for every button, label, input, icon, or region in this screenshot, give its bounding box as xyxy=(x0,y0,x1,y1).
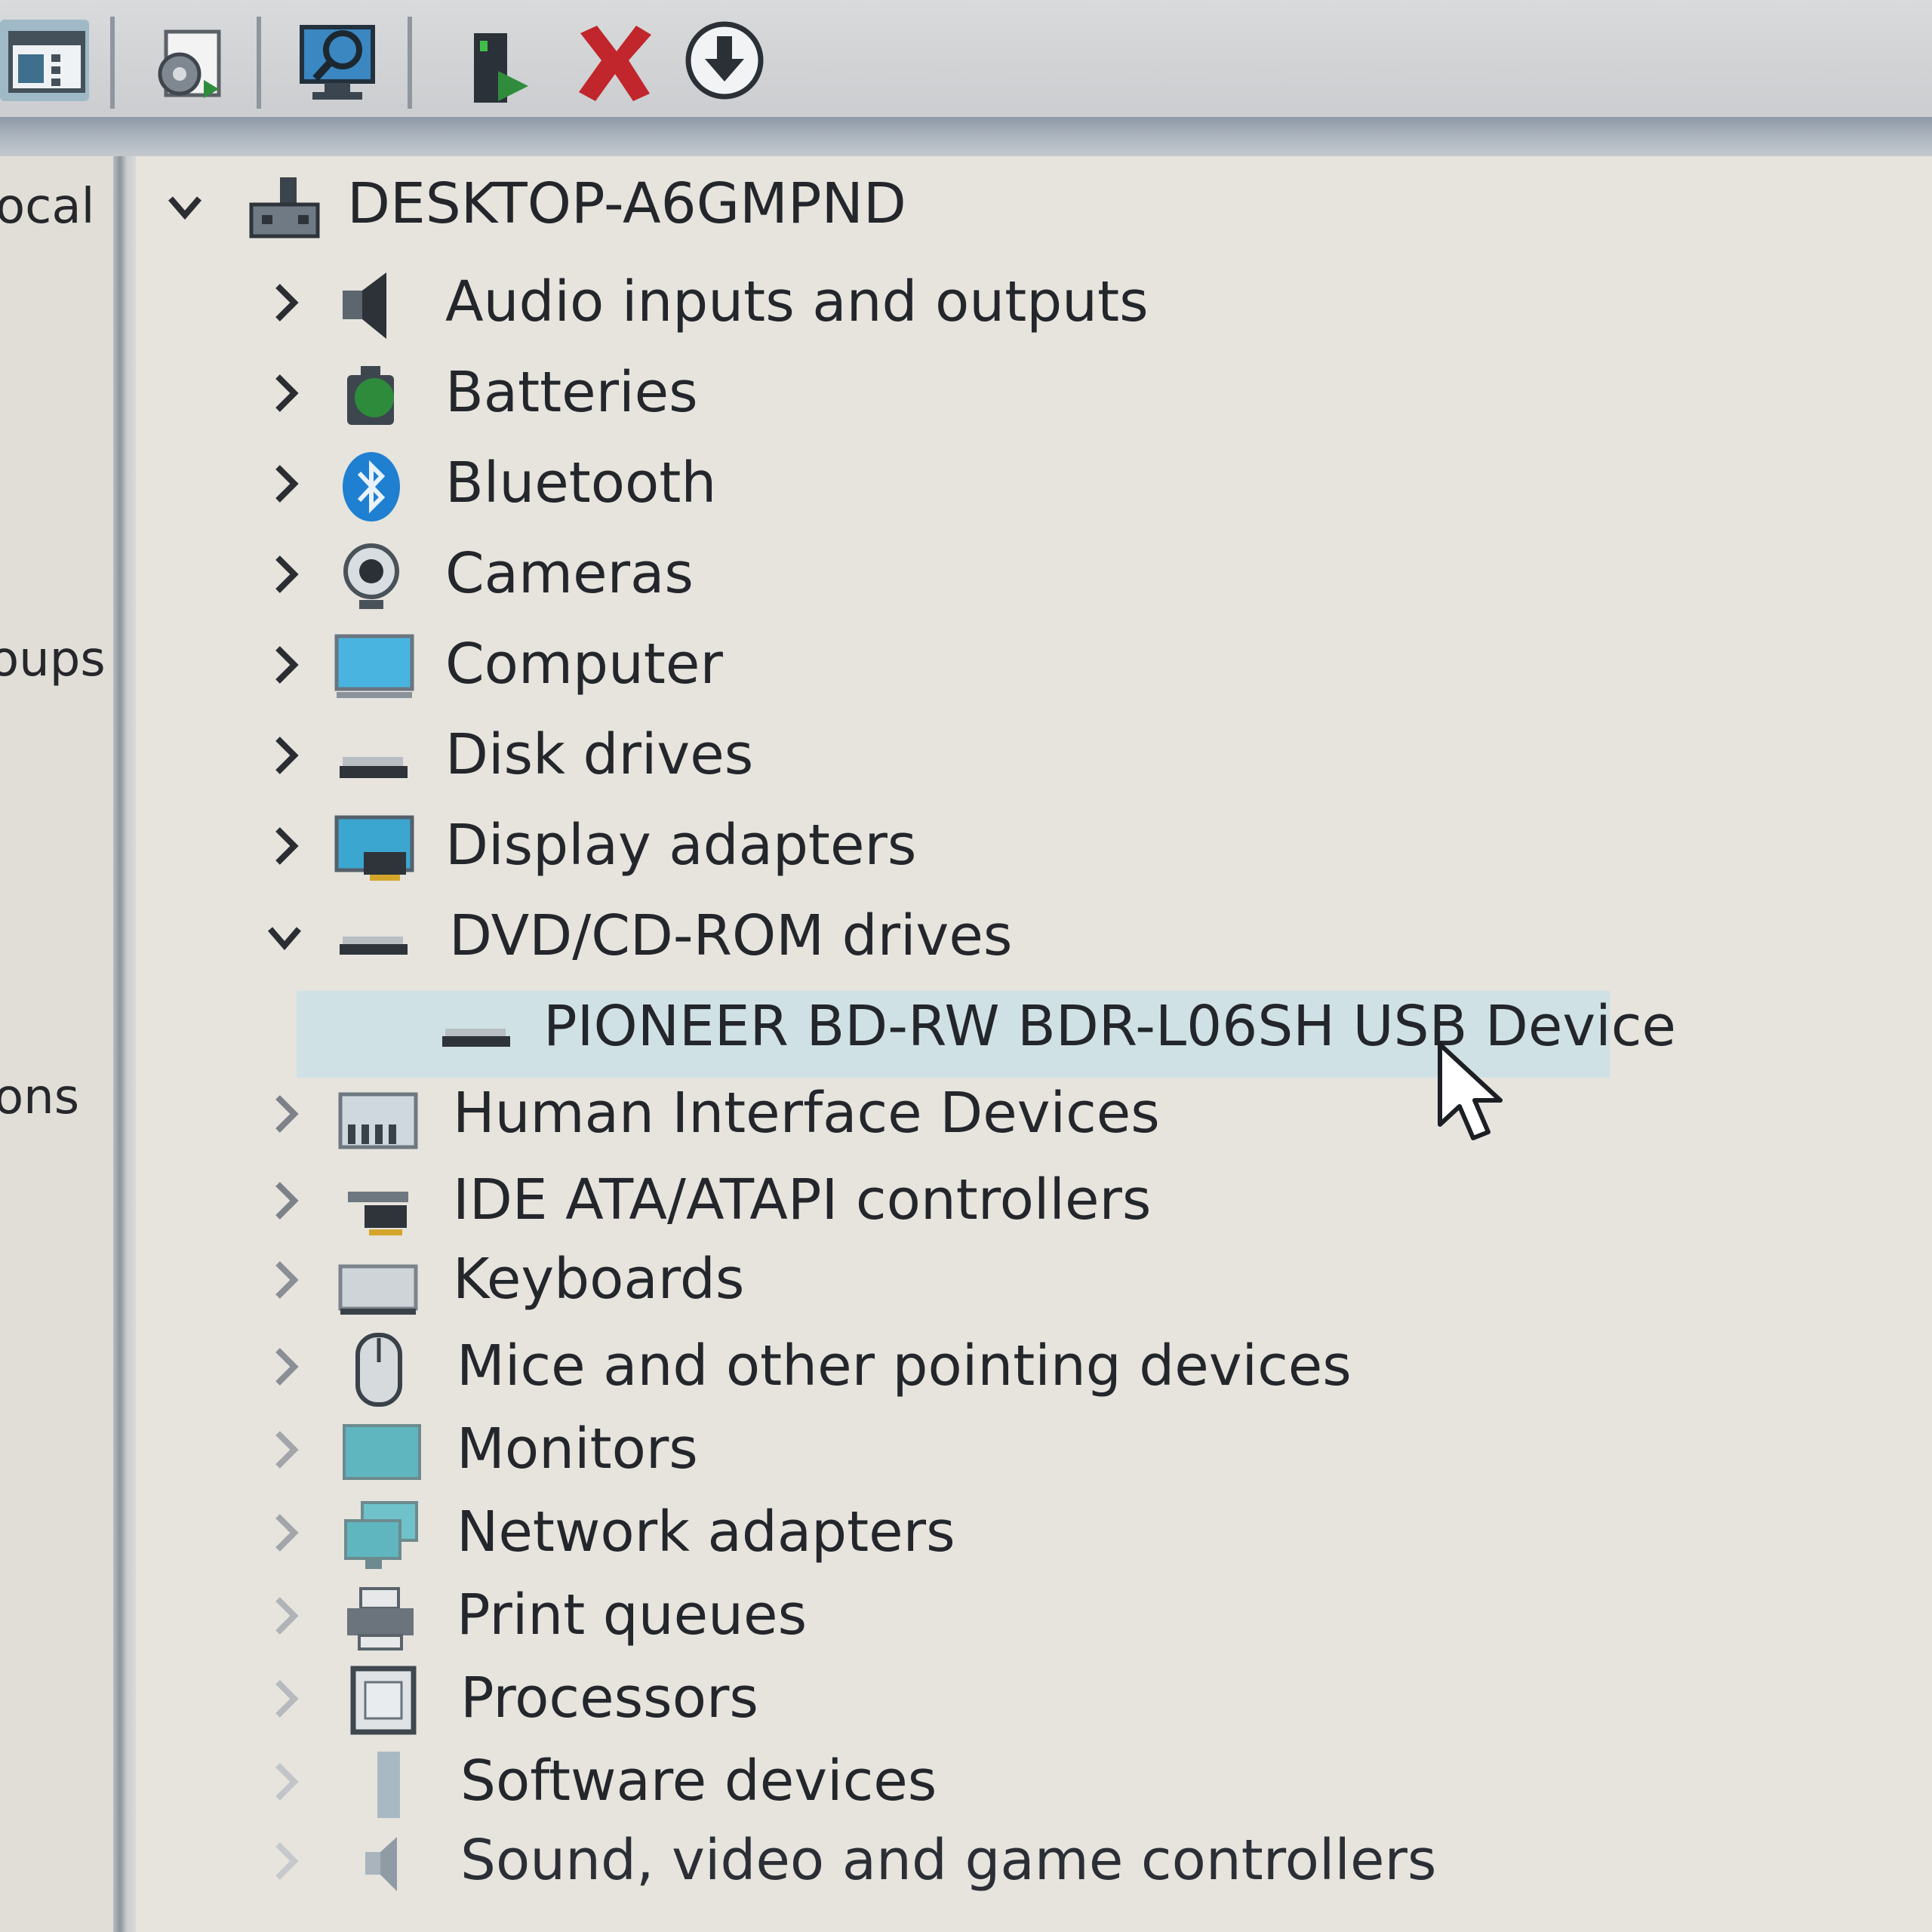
tree-root-label: DESKTOP-A6GMPND xyxy=(347,171,906,236)
mouse-icon xyxy=(355,1333,402,1407)
chevron-down-icon[interactable] xyxy=(166,185,204,227)
tree-item-disk-drives[interactable]: Disk drives xyxy=(257,713,1238,796)
tree-item-software-devices[interactable]: Software devices xyxy=(257,1740,1238,1823)
tree-item-batteries[interactable]: Batteries xyxy=(257,351,1238,434)
tree-item-label: Mice and other pointing devices xyxy=(457,1334,1352,1398)
toolbar-separator xyxy=(408,17,412,109)
chevron-right-icon[interactable] xyxy=(266,734,303,777)
uninstall-device-icon[interactable] xyxy=(570,11,660,109)
tree-item-keyboards[interactable]: Keyboards xyxy=(257,1238,1238,1321)
tree-item-label: Batteries xyxy=(445,360,698,425)
tree-item-print-queues[interactable]: Print queues xyxy=(257,1574,1238,1657)
tree-item-cameras[interactable]: Cameras xyxy=(257,532,1238,615)
properties-icon[interactable] xyxy=(143,11,234,109)
software-device-icon xyxy=(377,1752,400,1818)
network-adapter-icon xyxy=(344,1501,418,1569)
tree-item-label: Disk drives xyxy=(445,722,754,787)
tree-item-label: IDE ATA/ATAPI controllers xyxy=(453,1168,1152,1232)
optical-drive-icon xyxy=(442,1029,510,1047)
tree-item-mice-and-other-pointing-devices[interactable]: Mice and other pointing devices xyxy=(257,1324,1352,1407)
tree-item-label: Cameras xyxy=(445,541,694,606)
tree-item-human-interface-devices[interactable]: Human Interface Devices xyxy=(257,1072,1238,1155)
show-hide-console-tree-icon[interactable] xyxy=(0,11,91,109)
tree-item-label: Display adapters xyxy=(445,813,917,878)
bluetooth-icon xyxy=(343,452,400,521)
chevron-right-icon[interactable] xyxy=(266,1512,303,1554)
tree-item-label: Network adapters xyxy=(457,1500,955,1564)
toolbar-separator xyxy=(110,17,115,109)
printer-icon xyxy=(347,1587,414,1651)
camera-icon xyxy=(343,543,399,609)
processor-icon xyxy=(350,1666,417,1735)
download-driver-icon[interactable] xyxy=(679,11,770,109)
chevron-right-icon[interactable] xyxy=(266,644,303,686)
tree-root-desktop[interactable]: DESKTOP-A6GMPND xyxy=(151,162,1057,245)
tree-item-bluetooth[interactable]: Bluetooth xyxy=(257,441,1238,525)
tree-item-label: Audio inputs and outputs xyxy=(445,269,1149,334)
chevron-right-icon[interactable] xyxy=(266,825,303,867)
speaker-icon xyxy=(343,272,386,339)
hid-icon xyxy=(338,1092,418,1149)
console-tree-item[interactable]: ocal xyxy=(0,179,94,235)
tree-item-label: Bluetooth xyxy=(445,451,717,515)
tree-item-dvd-cd-rom-drives[interactable]: DVD/CD-ROM drives xyxy=(257,894,1238,977)
mouse-pointer-icon xyxy=(1438,1042,1503,1140)
update-driver-icon[interactable] xyxy=(453,11,543,109)
console-tree-item[interactable]: oups xyxy=(0,632,106,688)
tree-item-computer[interactable]: Computer xyxy=(257,623,1238,706)
chevron-right-icon[interactable] xyxy=(266,463,303,505)
battery-icon xyxy=(347,366,394,425)
chevron-right-icon[interactable] xyxy=(266,372,303,414)
tree-item-label: DVD/CD-ROM drives xyxy=(449,903,1013,968)
computer-icon xyxy=(334,634,414,698)
chevron-right-icon[interactable] xyxy=(266,281,303,324)
tree-item-label: Software devices xyxy=(460,1749,937,1814)
chevron-right-icon[interactable] xyxy=(266,1840,303,1882)
tree-item-audio-inputs-and-outputs[interactable]: Audio inputs and outputs xyxy=(257,260,1238,343)
scan-hardware-changes-icon[interactable] xyxy=(294,11,385,109)
toolbar-separator xyxy=(257,17,261,109)
chevron-right-icon[interactable] xyxy=(266,1180,303,1222)
tree-item-label: Computer xyxy=(445,632,723,697)
chevron-right-icon[interactable] xyxy=(266,1259,303,1301)
chevron-right-icon[interactable] xyxy=(266,1595,303,1637)
console-tree-pane[interactable]: ocal oups ons xyxy=(0,156,113,1932)
tree-item-network-adapters[interactable]: Network adapters xyxy=(257,1491,1238,1574)
tree-item-display-adapters[interactable]: Display adapters xyxy=(257,804,1238,887)
tree-item-processors[interactable]: Processors xyxy=(257,1657,1238,1740)
toolbar-bottom-border xyxy=(0,117,1932,156)
keyboard-icon xyxy=(338,1264,418,1315)
disk-drive-icon xyxy=(340,757,408,778)
chevron-down-icon[interactable] xyxy=(266,915,303,958)
tree-item-label: Processors xyxy=(460,1666,758,1730)
tree-item-ide-ata-atapi-controllers[interactable]: IDE ATA/ATAPI controllers xyxy=(257,1158,1238,1241)
chevron-right-icon[interactable] xyxy=(266,1678,303,1720)
tree-item-label: Sound, video and game controllers xyxy=(460,1828,1437,1893)
chevron-right-icon[interactable] xyxy=(266,553,303,595)
toolbar xyxy=(0,0,1932,117)
chevron-right-icon[interactable] xyxy=(266,1429,303,1471)
tree-item-monitors[interactable]: Monitors xyxy=(257,1407,1238,1491)
monitor-icon xyxy=(343,1424,421,1480)
chevron-right-icon[interactable] xyxy=(266,1761,303,1803)
sound-controller-icon xyxy=(365,1837,397,1891)
computer-tower-icon xyxy=(249,177,320,238)
chevron-right-icon[interactable] xyxy=(266,1093,303,1135)
ide-controller-icon xyxy=(348,1192,408,1235)
optical-drive-icon xyxy=(340,937,408,955)
tree-item-sound-video-and-game-controllers[interactable]: Sound, video and game controllers xyxy=(257,1819,1436,1902)
chevron-right-icon[interactable] xyxy=(266,1346,303,1388)
tree-item-label: Keyboards xyxy=(453,1247,745,1312)
tree-item-label: Print queues xyxy=(457,1583,808,1647)
tree-item-label: Monitors xyxy=(457,1417,698,1481)
display-adapter-icon xyxy=(334,815,414,881)
tree-item-label: Human Interface Devices xyxy=(453,1081,1160,1146)
pane-splitter[interactable] xyxy=(113,156,136,1932)
console-tree-item[interactable]: ons xyxy=(0,1069,79,1125)
